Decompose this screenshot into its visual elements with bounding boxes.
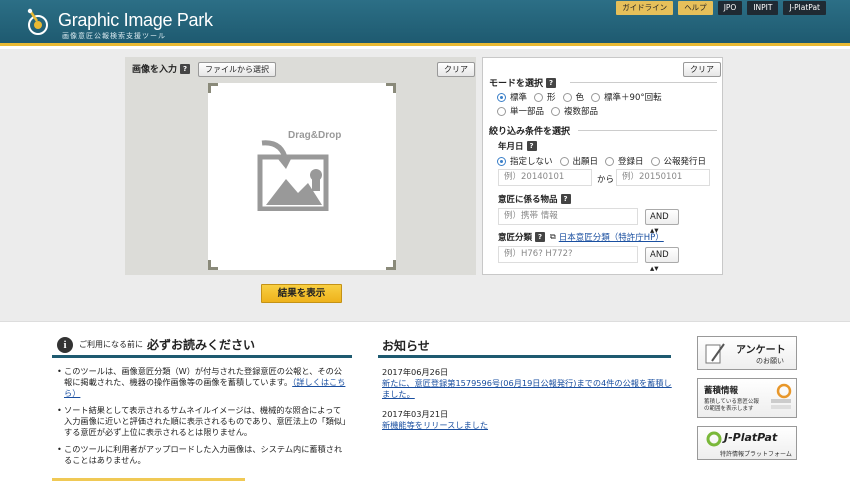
article-label: 意匠に係る物品?	[498, 193, 571, 205]
help-icon[interactable]: ?	[180, 64, 191, 74]
mode-options-row1: 標準 形 色 標準＋90°回転	[497, 91, 669, 103]
date-option-publication[interactable]: 公報発行日	[650, 155, 706, 167]
mode-option-single[interactable]: 単一部品	[497, 105, 544, 117]
news-link[interactable]: 新たに、意匠登録第1579596号(06月19日公報発行)までの4件の公報を蓄積…	[382, 378, 672, 400]
class-input[interactable]: 例）H76? H772?	[498, 246, 638, 263]
info-icon: i	[57, 336, 73, 353]
news-item: 2017年03月21日 新機能等をリリースしました	[382, 409, 672, 431]
class-label: 意匠分類? ⧉ 日本意匠分類（特許庁HP）	[498, 231, 664, 243]
mode-options-row2: 単一部品 複数部品	[497, 105, 605, 117]
external-link-icon: ⧉	[550, 232, 556, 241]
date-from-input[interactable]: 例）20140101	[498, 169, 592, 186]
logo-icon	[27, 8, 48, 35]
date-option-none[interactable]: 指定しない	[497, 155, 553, 167]
survey-button[interactable]: アンケート のお願い	[697, 336, 797, 370]
filter-title: 絞り込み条件を選択	[489, 127, 571, 137]
news-date: 2017年03月21日	[382, 409, 449, 419]
article-input[interactable]: 例）携帯 情報	[498, 208, 638, 225]
help-link[interactable]: ヘルプ	[678, 1, 713, 15]
jplatpat-logo-icon	[706, 431, 722, 447]
notice-heading: i ご利用になる前に 必ずお読みください	[57, 336, 255, 353]
date-to-input[interactable]: 例）20150101	[616, 169, 710, 186]
inpit-link[interactable]: INPIT	[747, 1, 779, 15]
mode-option-standard[interactable]: 標準	[497, 91, 527, 103]
guideline-link[interactable]: ガイドライン	[616, 1, 674, 15]
date-separator: から	[597, 175, 615, 185]
article-operator-select[interactable]: AND ▴▾	[645, 209, 679, 236]
mode-option-rotate[interactable]: 標準＋90°回転	[591, 91, 662, 103]
stack-icon	[771, 383, 792, 409]
help-icon[interactable]: ?	[546, 78, 557, 88]
help-icon[interactable]: ?	[535, 232, 546, 242]
date-options: 指定しない 出願日 登録日 公報発行日	[497, 155, 713, 167]
class-reference-link[interactable]: 日本意匠分類（特許庁HP）	[559, 231, 664, 243]
notice-list: このツールは、画像意匠分類（W）が付与された登録意匠の公報と、その公報に掲載され…	[57, 366, 349, 472]
news-link[interactable]: 新機能等をリリースしました	[382, 420, 672, 431]
class-operator-select[interactable]: AND ▴▾	[645, 247, 679, 274]
jplatpat-link[interactable]: J-PlatPat	[783, 1, 826, 15]
mode-clear-button[interactable]: クリア	[683, 62, 721, 77]
top-links: ガイドライン ヘルプ JPO INPIT J-PlatPat	[616, 1, 826, 15]
help-icon[interactable]: ?	[560, 194, 571, 204]
pen-paper-icon	[705, 343, 725, 364]
stock-info-button[interactable]: 蓄積情報 蓄積している意匠公報の範囲を表示します	[697, 378, 797, 418]
mode-option-multiple[interactable]: 複数部品	[551, 105, 598, 117]
news-title: お知らせ	[382, 339, 430, 353]
app-subtitle: 画像意匠公報検索支援ツール	[62, 32, 166, 40]
mode-option-color[interactable]: 色	[562, 91, 584, 103]
show-results-button[interactable]: 結果を表示	[261, 284, 342, 303]
app-title[interactable]: Graphic Image Park	[58, 10, 213, 31]
mode-title: モードを選択?	[489, 76, 557, 89]
list-item: このツールは、画像意匠分類（W）が付与された登録意匠の公報と、その公報に掲載され…	[57, 366, 349, 399]
image-input-label: 画像を入力?	[132, 62, 191, 75]
image-drop-area[interactable]: Drag&Drop	[208, 83, 396, 270]
date-label: 年月日?	[498, 140, 537, 152]
help-icon[interactable]: ?	[526, 141, 537, 151]
list-item: ソート結果として表示されるサムネイルイメージは、機械的な照合によって入力画像に近…	[57, 405, 349, 438]
mode-option-shape[interactable]: 形	[534, 91, 556, 103]
file-select-button[interactable]: ファイルから選択	[198, 62, 276, 77]
image-upload-icon	[257, 140, 329, 211]
header: Graphic Image Park 画像意匠公報検索支援ツール ガイドライン …	[0, 0, 850, 46]
jplatpat-button[interactable]: J-PlatPat 特許情報プラットフォーム	[697, 426, 797, 460]
news-item: 2017年06月26日 新たに、意匠登録第1579596号(06月19日公報発行…	[382, 367, 672, 400]
list-item: このツールに利用者がアップロードした入力画像は、システム内に蓄積されることはあり…	[57, 444, 349, 466]
jpo-link[interactable]: JPO	[717, 1, 743, 15]
date-option-filing[interactable]: 出願日	[559, 155, 598, 167]
radio-selected	[497, 92, 506, 102]
date-option-registration[interactable]: 登録日	[605, 155, 644, 167]
image-clear-button[interactable]: クリア	[437, 62, 475, 77]
news-date: 2017年06月26日	[382, 367, 449, 377]
